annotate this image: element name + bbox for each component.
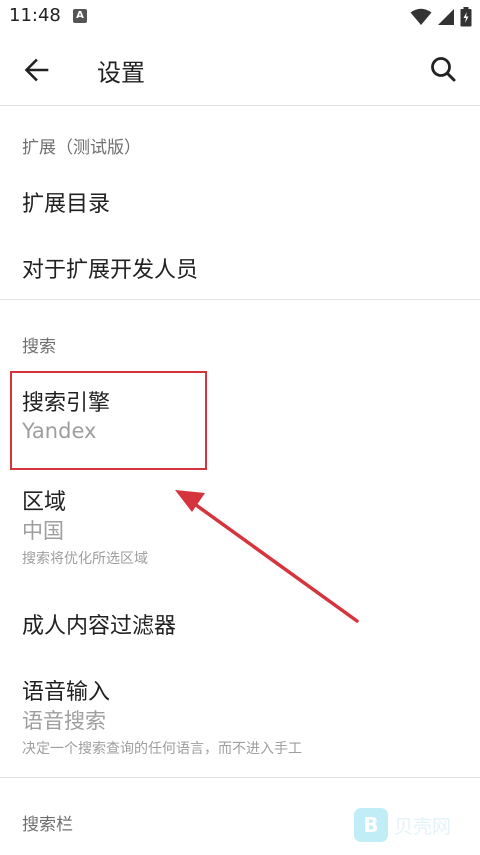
watermark-text: 贝壳网: [394, 815, 452, 838]
region-item[interactable]: 区域 中国 搜索将优化所选区域: [0, 472, 480, 580]
region-value: 中国: [22, 519, 64, 543]
battery-icon: [460, 7, 472, 27]
cellular-signal-icon: [438, 9, 454, 25]
wifi-icon: [410, 8, 432, 25]
notification-badge-icon: A: [73, 9, 87, 23]
voice-input-item[interactable]: 语音输入 语音搜索 决定一个搜索查询的任何语言，而不进入手工: [0, 660, 480, 772]
status-time: 11:48: [9, 5, 61, 26]
watermark-logo-icon: B: [354, 808, 388, 842]
search-section-header: 搜索: [22, 337, 56, 357]
app-bar: 设置: [0, 34, 480, 106]
extension-developers-title: 对于扩展开发人员: [22, 258, 199, 283]
voice-input-title: 语音输入: [22, 680, 111, 705]
voice-input-description: 决定一个搜索查询的任何语言，而不进入手工: [22, 741, 302, 757]
settings-screen: 11:48 A 设置 扩展（测试版） 扩展目录 对于扩展开发人员 搜索 搜索引擎…: [0, 0, 480, 855]
page-title: 设置: [97, 59, 145, 87]
search-bar-section-header: 搜索栏: [22, 815, 73, 835]
voice-input-value: 语音搜索: [22, 709, 106, 733]
section-divider: [0, 299, 480, 300]
adult-content-filter-item[interactable]: 成人内容过滤器: [0, 586, 480, 654]
adult-content-filter-title: 成人内容过滤器: [22, 614, 177, 639]
search-button[interactable]: [422, 48, 466, 92]
status-bar: 11:48 A: [0, 0, 480, 34]
back-button[interactable]: [16, 48, 60, 92]
watermark: B 贝壳网: [354, 808, 451, 842]
region-title: 区域: [22, 490, 67, 515]
section-divider: [0, 777, 480, 778]
extension-developers-item[interactable]: 对于扩展开发人员: [0, 232, 480, 298]
extensions-section-header: 扩展（测试版）: [22, 138, 141, 158]
highlight-box: [10, 371, 207, 470]
back-arrow-icon: [24, 58, 49, 82]
extension-catalog-item[interactable]: 扩展目录: [0, 168, 480, 232]
region-description: 搜索将优化所选区域: [22, 551, 148, 567]
search-icon: [431, 57, 456, 82]
extension-catalog-title: 扩展目录: [22, 192, 111, 217]
status-icons: [410, 7, 472, 27]
